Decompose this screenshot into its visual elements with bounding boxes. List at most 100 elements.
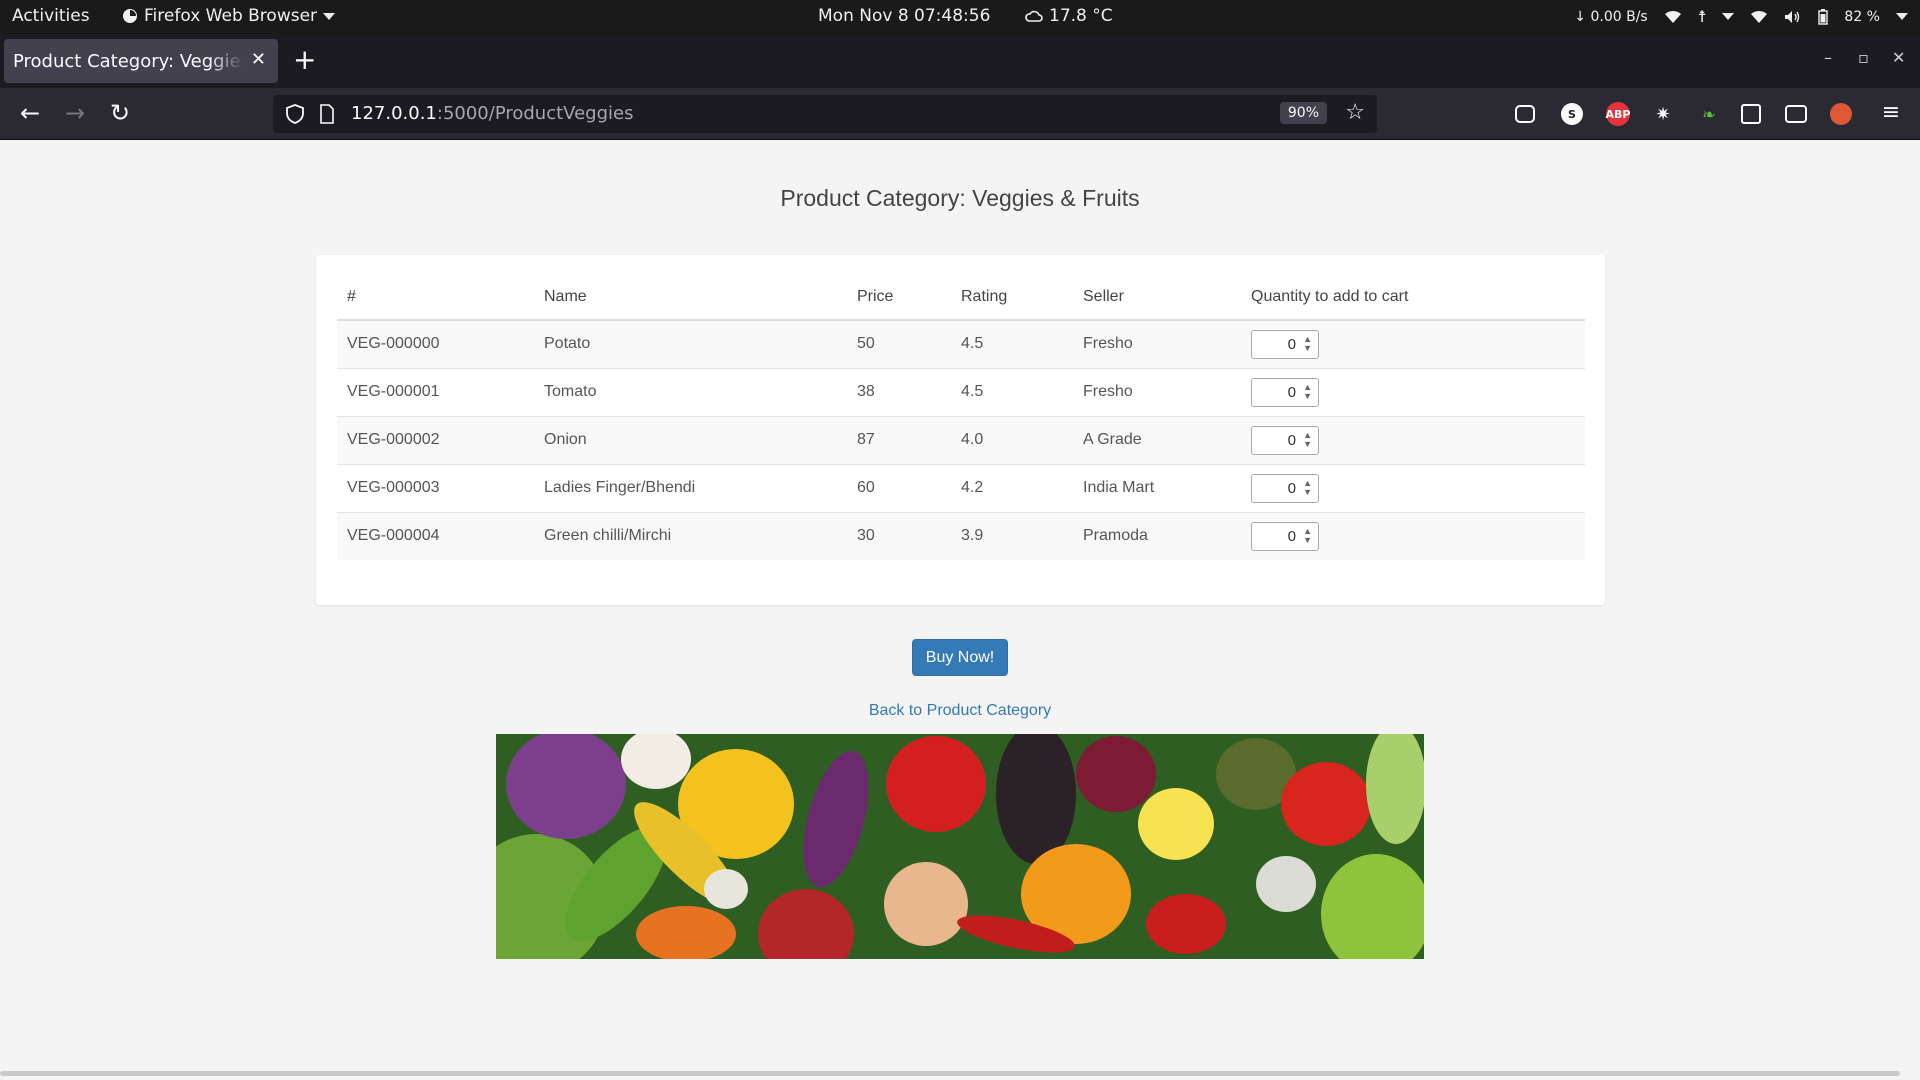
forward-button[interactable]: → <box>60 98 90 128</box>
quantity-stepper[interactable]: 0 ▲ ▼ <box>1251 473 1319 503</box>
activities-button[interactable]: Activities <box>12 6 90 26</box>
bookmark-star-icon[interactable]: ☆ <box>1345 100 1365 125</box>
cell-price: 50 <box>847 319 951 368</box>
url-text[interactable]: 127.0.0.1:5000/ProductVeggies <box>351 103 633 124</box>
cell-rating: 4.5 <box>951 319 1073 368</box>
volume-icon <box>1785 10 1800 23</box>
minimize-button[interactable]: – <box>1824 48 1832 67</box>
cell-quantity: 0 ▲ ▼ <box>1241 367 1585 416</box>
adblock-plus-icon[interactable]: ABP <box>1606 102 1630 126</box>
shield-icon[interactable] <box>285 104 305 124</box>
wifi-icon <box>1664 10 1681 23</box>
cell-quantity: 0 ▲ ▼ <box>1241 415 1585 464</box>
app-menu-label: Firefox Web Browser <box>144 6 318 26</box>
column-header-quantity: Quantity to add to cart <box>1241 275 1585 321</box>
clock[interactable]: Mon Nov 8 07:48:56 <box>818 6 990 26</box>
cell-seller: Fresho <box>1073 319 1241 368</box>
reload-button[interactable]: ↻ <box>105 98 135 128</box>
cell-seller: Pramoda <box>1073 511 1241 560</box>
menu-icon[interactable]: ≡ <box>1876 98 1906 128</box>
duckduckgo-icon[interactable] <box>1830 103 1852 125</box>
cell-id: VEG-000000 <box>337 319 534 368</box>
weather-cloud-icon <box>1025 10 1043 22</box>
page-icon[interactable] <box>319 104 335 124</box>
navigation-bar: ← → ↻ 127.0.0.1:5000/ProductVeggies 90% … <box>0 88 1920 140</box>
quantity-value: 0 <box>1287 335 1296 353</box>
cell-id: VEG-000003 <box>337 463 534 512</box>
column-header-rating: Rating <box>951 275 1073 321</box>
back-button[interactable]: ← <box>15 98 45 128</box>
quantity-value: 0 <box>1287 479 1296 497</box>
cell-id: VEG-000001 <box>337 367 534 416</box>
quantity-stepper[interactable]: 0 ▲ ▼ <box>1251 329 1319 359</box>
table-row: VEG-000003 Ladies Finger/Bhendi 60 4.2 I… <box>337 463 1585 512</box>
cell-rating: 4.0 <box>951 415 1073 464</box>
browser-tab-active[interactable]: Product Category: Veggies & Fruits ✕ <box>4 39 278 83</box>
paw-icon[interactable]: ✷ <box>1650 101 1676 127</box>
horizontal-scrollbar[interactable] <box>0 1071 1900 1076</box>
column-header-price: Price <box>847 275 951 321</box>
cell-name: Green chilli/Mirchi <box>534 511 847 560</box>
cell-quantity: 0 ▲ ▼ <box>1241 463 1585 512</box>
zoom-indicator[interactable]: 90% <box>1279 102 1327 124</box>
cell-price: 38 <box>847 367 951 416</box>
system-tray[interactable]: ↓ 0.00 B/s ☨ 82 % <box>1574 7 1908 26</box>
spinner-arrows-icon[interactable]: ▲ ▼ <box>1303 430 1312 449</box>
column-header-id: # <box>337 275 534 321</box>
cell-id: VEG-000004 <box>337 511 534 560</box>
buy-now-button[interactable]: Buy Now! <box>912 639 1008 676</box>
product-table-card: # Name Price Rating Seller Quantity to a… <box>316 255 1605 605</box>
cell-price: 87 <box>847 415 951 464</box>
table-row: VEG-000000 Potato 50 4.5 Fresho 0 ▲ ▼ <box>337 319 1585 368</box>
cell-seller: India Mart <box>1073 463 1241 512</box>
s-icon[interactable]: S <box>1561 103 1583 125</box>
reader-icon[interactable] <box>1741 104 1761 124</box>
tab-title: Product Category: Veggies & Fruits <box>13 50 243 72</box>
weather-indicator[interactable]: 17.8 °C <box>1025 6 1113 26</box>
cell-rating: 3.9 <box>951 511 1073 560</box>
column-header-name: Name <box>534 275 847 321</box>
cell-seller: A Grade <box>1073 415 1241 464</box>
chevron-down-icon <box>323 12 336 20</box>
app-menu[interactable]: Firefox Web Browser <box>122 6 336 26</box>
product-table: # Name Price Rating Seller Quantity to a… <box>337 275 1585 560</box>
quantity-stepper[interactable]: 0 ▲ ▼ <box>1251 377 1319 407</box>
cell-quantity: 0 ▲ ▼ <box>1241 511 1585 560</box>
cell-price: 60 <box>847 463 951 512</box>
back-to-category-link: Back to Product Category <box>0 702 1920 720</box>
table-header-row: # Name Price Rating Seller Quantity to a… <box>337 275 1585 321</box>
table-row: VEG-000004 Green chilli/Mirchi 30 3.9 Pr… <box>337 511 1585 560</box>
glasses-icon[interactable] <box>1785 105 1807 123</box>
cell-seller: Fresho <box>1073 367 1241 416</box>
quantity-value: 0 <box>1287 527 1296 545</box>
chevron-down-icon <box>1722 13 1735 20</box>
close-icon[interactable]: ✕ <box>251 49 266 70</box>
cell-rating: 4.5 <box>951 367 1073 416</box>
close-window-button[interactable]: ✕ <box>1892 48 1905 67</box>
network-speed: ↓ 0.00 B/s <box>1574 8 1648 25</box>
new-tab-button[interactable]: + <box>293 42 316 78</box>
cell-id: VEG-000002 <box>337 415 534 464</box>
spinner-arrows-icon[interactable]: ▲ ▼ <box>1303 526 1312 545</box>
spinner-arrows-icon[interactable]: ▲ ▼ <box>1303 478 1312 497</box>
quantity-value: 0 <box>1287 383 1296 401</box>
page-title: Product Category: Veggies & Fruits <box>780 185 1140 211</box>
cell-quantity: 0 ▲ ▼ <box>1241 319 1585 368</box>
maximize-button[interactable]: ▫ <box>1858 48 1869 67</box>
url-path: :5000/ProductVeggies <box>436 103 634 124</box>
url-bar[interactable]: 127.0.0.1:5000/ProductVeggies 90% ☆ <box>273 95 1377 133</box>
url-host: 127.0.0.1 <box>351 103 437 124</box>
spinner-arrows-icon[interactable]: ▲ ▼ <box>1303 382 1312 401</box>
system-top-bar: Activities Firefox Web Browser Mon Nov 8… <box>0 0 1920 34</box>
battery-icon <box>1818 8 1829 25</box>
pet-icon[interactable]: ❧ <box>1696 101 1722 127</box>
cell-name: Ladies Finger/Bhendi <box>534 463 847 512</box>
quantity-stepper[interactable]: 0 ▲ ▼ <box>1251 425 1319 455</box>
column-header-seller: Seller <box>1073 275 1241 321</box>
battery-percent: 82 % <box>1844 8 1880 25</box>
spinner-arrows-icon[interactable]: ▲ ▼ <box>1303 334 1312 353</box>
accessibility-icon[interactable]: ☨ <box>1698 7 1707 26</box>
quantity-stepper[interactable]: 0 ▲ ▼ <box>1251 521 1319 551</box>
pocket-icon[interactable] <box>1515 105 1535 123</box>
back-link-text[interactable]: Back to Product Category <box>869 702 1051 719</box>
